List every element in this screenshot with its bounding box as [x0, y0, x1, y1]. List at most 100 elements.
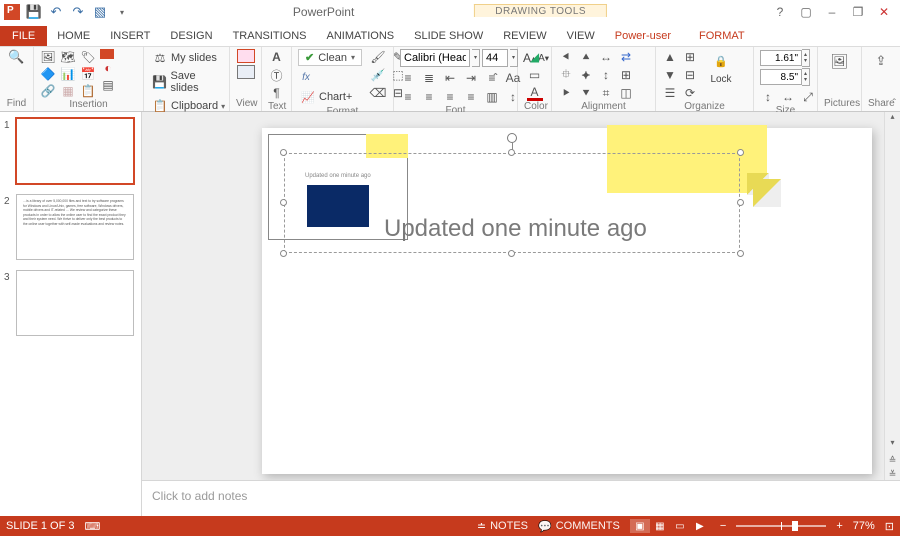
notes-pane[interactable]: Click to add notes: [142, 480, 900, 516]
width-spinner[interactable]: ▴▾: [802, 68, 810, 86]
zoom-value[interactable]: 77%: [853, 520, 875, 532]
chart-plus-button[interactable]: Chart+: [298, 88, 362, 106]
view-normal-icon[interactable]: [237, 65, 255, 79]
comments-button[interactable]: 💬 COMMENTS: [538, 520, 620, 533]
insert-stamp-icon[interactable]: 🏷: [80, 49, 96, 65]
thumbnail-3-preview[interactable]: [16, 270, 134, 336]
tab-review[interactable]: REVIEW: [493, 27, 556, 46]
ungroup-icon[interactable]: ⊟: [682, 67, 698, 83]
tab-design[interactable]: DESIGN: [160, 27, 222, 46]
tab-transitions[interactable]: TRANSITIONS: [223, 27, 317, 46]
columns-icon[interactable]: ▥: [484, 89, 500, 105]
thumbnail-1[interactable]: 1: [4, 118, 135, 184]
insert-calendar-icon[interactable]: 📅: [80, 66, 96, 82]
eyedropper-icon[interactable]: 💉: [370, 67, 386, 83]
tab-power-user[interactable]: Power-user: [605, 27, 681, 46]
text-icon[interactable]: [269, 49, 285, 65]
tab-format[interactable]: FORMAT: [689, 27, 755, 46]
reading-view-icon[interactable]: ▭: [670, 519, 690, 533]
share-button[interactable]: [868, 49, 894, 73]
justify-icon[interactable]: ≡: [463, 89, 479, 105]
font-color-icon[interactable]: A: [527, 85, 543, 101]
bring-forward-icon[interactable]: ▲: [662, 49, 678, 65]
slide-thumbnail-pane[interactable]: 1 2 …is a library of over 5,000,000 file…: [0, 112, 142, 516]
collapse-ribbon-icon[interactable]: ˆ: [893, 98, 896, 109]
swap-icon[interactable]: ⇄: [618, 49, 634, 65]
shape-outline-icon[interactable]: ▭: [527, 67, 543, 83]
align-center-icon[interactable]: ≡: [421, 89, 437, 105]
align-right-icon[interactable]: ≡: [442, 89, 458, 105]
align-obj-bottom-icon[interactable]: ⯆: [578, 85, 594, 101]
numbering-icon[interactable]: ≣: [421, 70, 437, 86]
redo-icon[interactable]: ↷: [70, 4, 86, 20]
font-name-input[interactable]: [400, 49, 470, 67]
thumbnail-3[interactable]: 3: [4, 270, 135, 336]
tab-file[interactable]: FILE: [0, 26, 47, 46]
insert-picture-icon[interactable]: 🖼: [40, 49, 56, 65]
close-button[interactable]: ✕: [876, 5, 892, 19]
same-height-icon[interactable]: ↕: [760, 89, 776, 105]
bullets-icon[interactable]: ≡: [400, 70, 416, 86]
undo-icon[interactable]: ↶: [48, 4, 64, 20]
tab-slide-show[interactable]: SLIDE SHOW: [404, 27, 493, 46]
align-obj-center-icon[interactable]: ⯐: [558, 67, 574, 83]
insert-progress-icon[interactable]: ◐: [100, 60, 116, 76]
help-button[interactable]: ?: [772, 5, 788, 19]
save-icon[interactable]: 💾: [26, 4, 42, 20]
notes-button[interactable]: ≐ NOTES: [477, 520, 528, 533]
insert-summary-icon[interactable]: [100, 49, 114, 59]
pictures-button[interactable]: [824, 49, 855, 73]
clean-button[interactable]: ✔Clean▾: [298, 49, 362, 66]
distribute-v-icon[interactable]: ↕: [598, 67, 614, 83]
same-size-icon[interactable]: ⊞: [618, 67, 634, 83]
resize-handle-nw[interactable]: [280, 149, 287, 156]
dock-icon[interactable]: ◫: [618, 85, 634, 101]
text2-icon[interactable]: Ⓣ: [269, 67, 285, 83]
line-spacing-icon[interactable]: ≡̂: [484, 70, 500, 86]
shape-fill-icon[interactable]: ◢: [527, 49, 543, 65]
qat-customize-icon[interactable]: ▾: [114, 4, 130, 20]
scroll-up-icon[interactable]: ▴: [885, 112, 900, 126]
tab-home[interactable]: HOME: [47, 27, 100, 46]
align-obj-middle-icon[interactable]: ⯌: [578, 67, 594, 83]
scroll-down-icon[interactable]: ▾: [885, 438, 900, 452]
thumbnail-2[interactable]: 2 …is a library of over 5,000,000 files …: [4, 194, 135, 260]
start-slideshow-icon[interactable]: ▧: [92, 4, 108, 20]
send-backward-icon[interactable]: ▼: [662, 67, 678, 83]
previous-slide-icon[interactable]: ≙: [885, 455, 900, 466]
slide[interactable]: Updated one minute ago Updated one minut…: [262, 128, 872, 474]
font-size-dropdown[interactable]: ▾: [510, 49, 518, 67]
fit-to-window-icon[interactable]: ⊡: [885, 520, 894, 533]
resize-handle-se[interactable]: [737, 250, 744, 257]
shape-height-input[interactable]: [760, 50, 802, 66]
zoom-in-icon[interactable]: +: [836, 520, 842, 532]
zoom-slider-thumb[interactable]: [792, 521, 798, 531]
rotate-icon[interactable]: ⟳: [682, 85, 698, 101]
minimize-button[interactable]: –: [824, 5, 840, 19]
same-width-icon[interactable]: ↔: [780, 89, 796, 105]
thumbnail-2-preview[interactable]: …is a library of over 5,000,000 files an…: [16, 194, 134, 260]
insert-qr-icon[interactable]: ▤: [100, 77, 116, 93]
indent-inc-icon[interactable]: ⇥: [463, 70, 479, 86]
find-icon[interactable]: [9, 49, 25, 65]
height-spinner[interactable]: ▴▾: [802, 49, 810, 67]
shape-width-input[interactable]: [760, 69, 802, 85]
resize-handle-sw[interactable]: [280, 250, 287, 257]
view-thumb-icon[interactable]: [237, 49, 255, 63]
align-left-icon[interactable]: ≡: [400, 89, 416, 105]
insert-map-icon[interactable]: 🗺: [60, 49, 76, 65]
font-name-dropdown[interactable]: ▾: [472, 49, 480, 67]
fit-icon[interactable]: ⤢: [800, 89, 816, 105]
zoom-slider[interactable]: [736, 525, 826, 527]
insert-diagram-icon[interactable]: 🔗: [40, 83, 56, 99]
text-box-content[interactable]: Updated one minute ago: [384, 215, 647, 243]
eraser-icon[interactable]: ⌫: [370, 85, 386, 101]
slideshow-view-icon[interactable]: ▶: [690, 519, 710, 533]
distribute-h-icon[interactable]: ↔: [598, 49, 614, 65]
selection-pane-icon[interactable]: ☰: [662, 85, 678, 101]
insert-sticky-icon[interactable]: ▦: [60, 83, 76, 99]
tab-animations[interactable]: ANIMATIONS: [317, 27, 405, 46]
lock-button[interactable]: Lock: [702, 49, 740, 86]
normal-view-icon[interactable]: ▣: [630, 519, 650, 533]
align-obj-top-icon[interactable]: ⯅: [578, 49, 594, 65]
